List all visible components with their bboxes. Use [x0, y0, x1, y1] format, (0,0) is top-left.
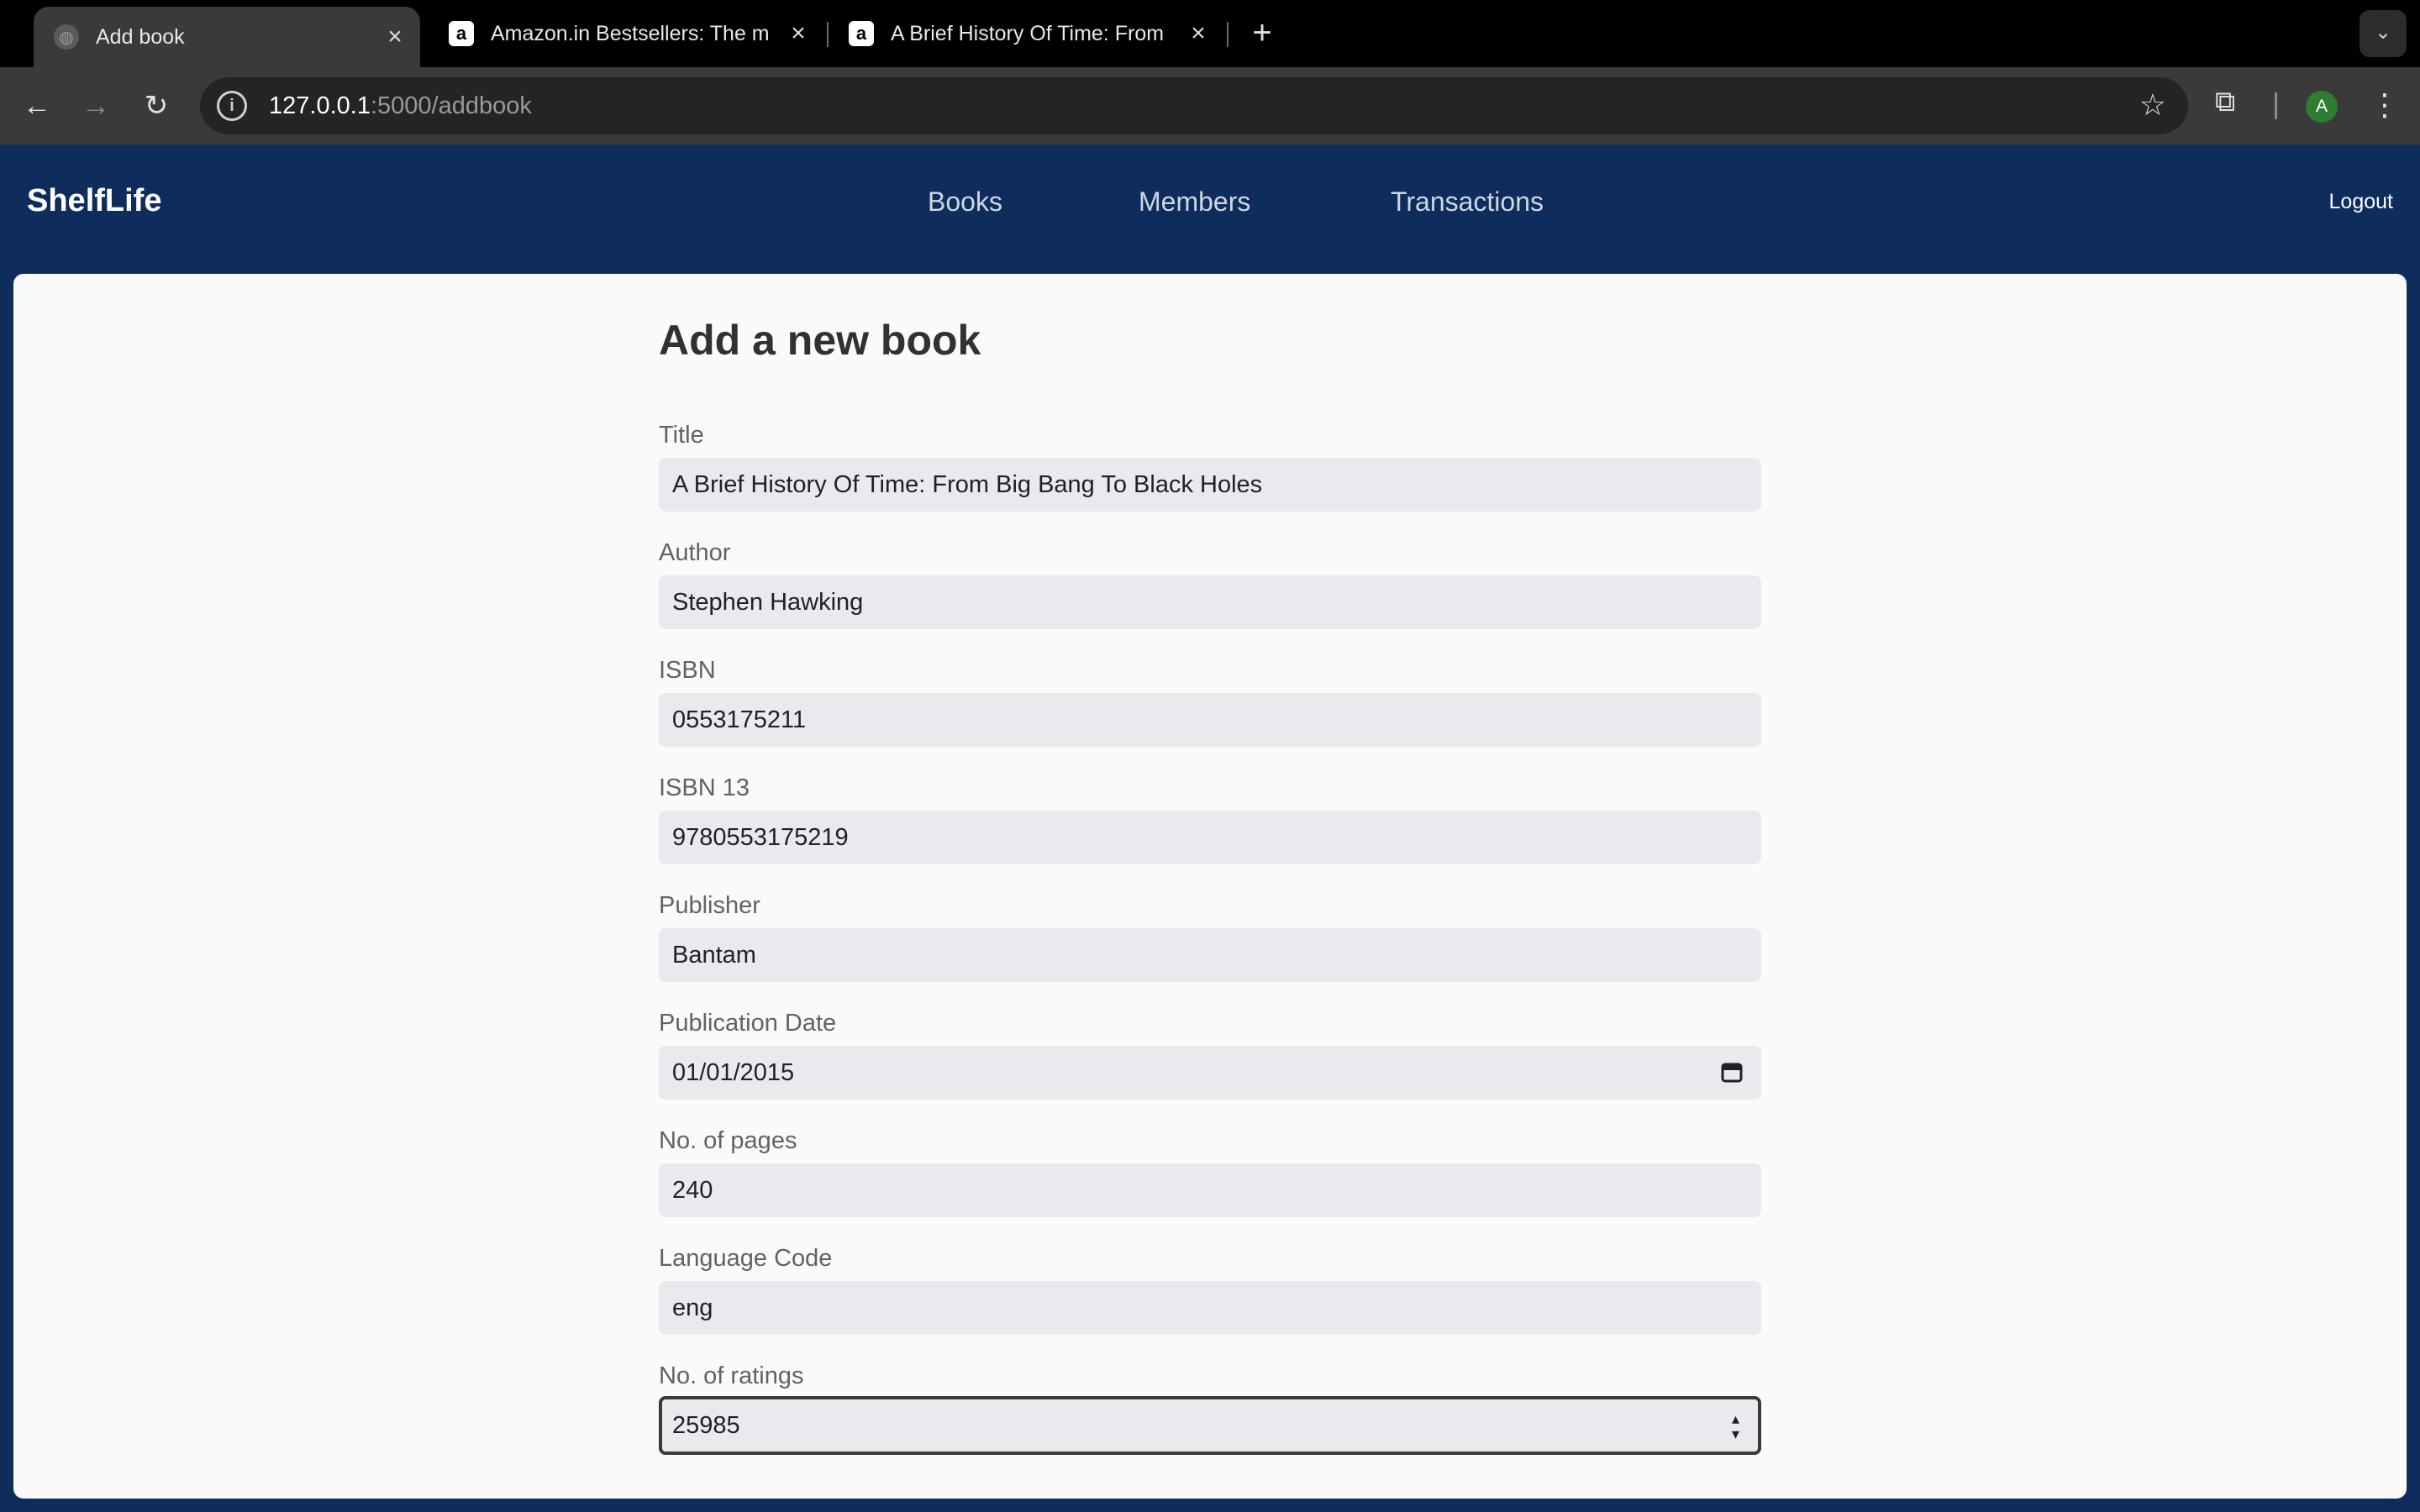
forward-arrow-icon[interactable]: → — [74, 84, 118, 128]
amazon-icon: a — [849, 21, 874, 46]
url-host: 127.0.0.1 — [269, 92, 371, 119]
globe-icon: ◍ — [54, 24, 79, 50]
title-label: Title — [659, 422, 704, 449]
language-code-label: Language Code — [659, 1245, 833, 1272]
ratings-label: No. of ratings — [659, 1362, 804, 1389]
tab-title: Amazon.in Bestsellers: The m — [491, 21, 770, 45]
calendar-icon-svg — [1721, 1063, 1743, 1083]
title-input[interactable]: A Brief History Of Time: From Big Bang T… — [659, 458, 1761, 512]
publication-date-value: 01/01/2015 — [672, 1058, 795, 1086]
close-icon[interactable]: × — [781, 19, 815, 48]
language-code-value: eng — [672, 1294, 713, 1321]
back-arrow-icon[interactable]: ← — [15, 84, 59, 128]
tab-title: Add book — [96, 24, 185, 49]
publisher-input[interactable]: Bantam — [659, 928, 1761, 982]
main-card: Add a new book Title A Brief History Of … — [13, 274, 2407, 1499]
isbn13-value: 9780553175219 — [672, 823, 849, 851]
ratings-value: 25985 — [672, 1411, 740, 1439]
tab-divider — [1227, 22, 1228, 47]
browser-toolbar: ← → ↻ i 127.0.0.1:5000/addbook ☆ ⧉ A ⋮ — [0, 67, 2420, 144]
page-title: Add a new book — [659, 317, 981, 364]
pages-value: 240 — [672, 1176, 713, 1204]
close-icon[interactable]: × — [378, 23, 412, 51]
nav-link-books[interactable]: Books — [928, 186, 1002, 218]
nav-link-members[interactable]: Members — [1139, 186, 1250, 218]
author-label: Author — [659, 539, 731, 566]
brand-logo[interactable]: ShelfLife — [27, 183, 161, 219]
logout-button[interactable]: Logout — [2329, 190, 2393, 214]
title-value: A Brief History Of Time: From Big Bang T… — [672, 470, 1263, 498]
browser-tab-brief-history[interactable]: a A Brief History Of Time: From × — [829, 0, 1223, 67]
url-text: 127.0.0.1:5000/addbook — [269, 92, 532, 120]
close-icon[interactable]: × — [1181, 19, 1215, 48]
app-navbar: ShelfLife Books Members Transactions Log… — [0, 144, 2420, 259]
pages-label: No. of pages — [659, 1127, 797, 1154]
nav-link-transactions[interactable]: Transactions — [1391, 186, 1544, 218]
publisher-value: Bantam — [672, 941, 756, 969]
site-info-icon[interactable]: i — [217, 91, 247, 121]
author-value: Stephen Hawking — [672, 588, 864, 616]
address-bar[interactable]: i 127.0.0.1:5000/addbook ☆ — [200, 77, 2188, 134]
number-spinner-icon[interactable]: ▴ ▾ — [1732, 1411, 1739, 1441]
language-code-input[interactable]: eng — [659, 1281, 1761, 1335]
isbn-label: ISBN — [659, 657, 716, 684]
isbn-value: 0553175211 — [672, 706, 807, 733]
extensions-puzzle-icon[interactable]: ⧉ — [2215, 86, 2235, 118]
publisher-label: Publisher — [659, 892, 760, 919]
pages-input[interactable]: 240 — [659, 1163, 1761, 1217]
publication-date-label: Publication Date — [659, 1010, 837, 1037]
reload-icon[interactable]: ↻ — [134, 84, 178, 128]
isbn13-input[interactable]: 9780553175219 — [659, 811, 1761, 864]
url-path: :5000/addbook — [370, 92, 532, 119]
tab-title: A Brief History Of Time: From — [891, 21, 1165, 45]
toolbar-divider — [2275, 92, 2277, 119]
tab-search-icon[interactable]: ⌄ — [2360, 10, 2407, 57]
isbn-input[interactable]: 0553175211 — [659, 693, 1761, 747]
browser-tab-add-book[interactable]: ◍ Add book × — [34, 7, 420, 67]
isbn13-label: ISBN 13 — [659, 774, 750, 801]
browser-tab-amazon-bestsellers[interactable]: a Amazon.in Bestsellers: The m × — [429, 0, 823, 67]
calendar-icon[interactable] — [1721, 1061, 1743, 1089]
publication-date-input[interactable]: 01/01/2015 — [659, 1046, 1761, 1100]
author-input[interactable]: Stephen Hawking — [659, 575, 1761, 629]
browser-tab-strip: ◍ Add book × a Amazon.in Bestsellers: Th… — [0, 0, 2420, 67]
more-menu-icon[interactable]: ⋮ — [2370, 86, 2400, 124]
ratings-input[interactable]: 25985 ▴ ▾ — [659, 1396, 1761, 1455]
new-tab-icon[interactable]: + — [1242, 13, 1282, 54]
amazon-icon: a — [449, 21, 474, 46]
bookmark-star-icon[interactable]: ☆ — [2139, 87, 2166, 123]
profile-avatar[interactable]: A — [2306, 91, 2338, 123]
